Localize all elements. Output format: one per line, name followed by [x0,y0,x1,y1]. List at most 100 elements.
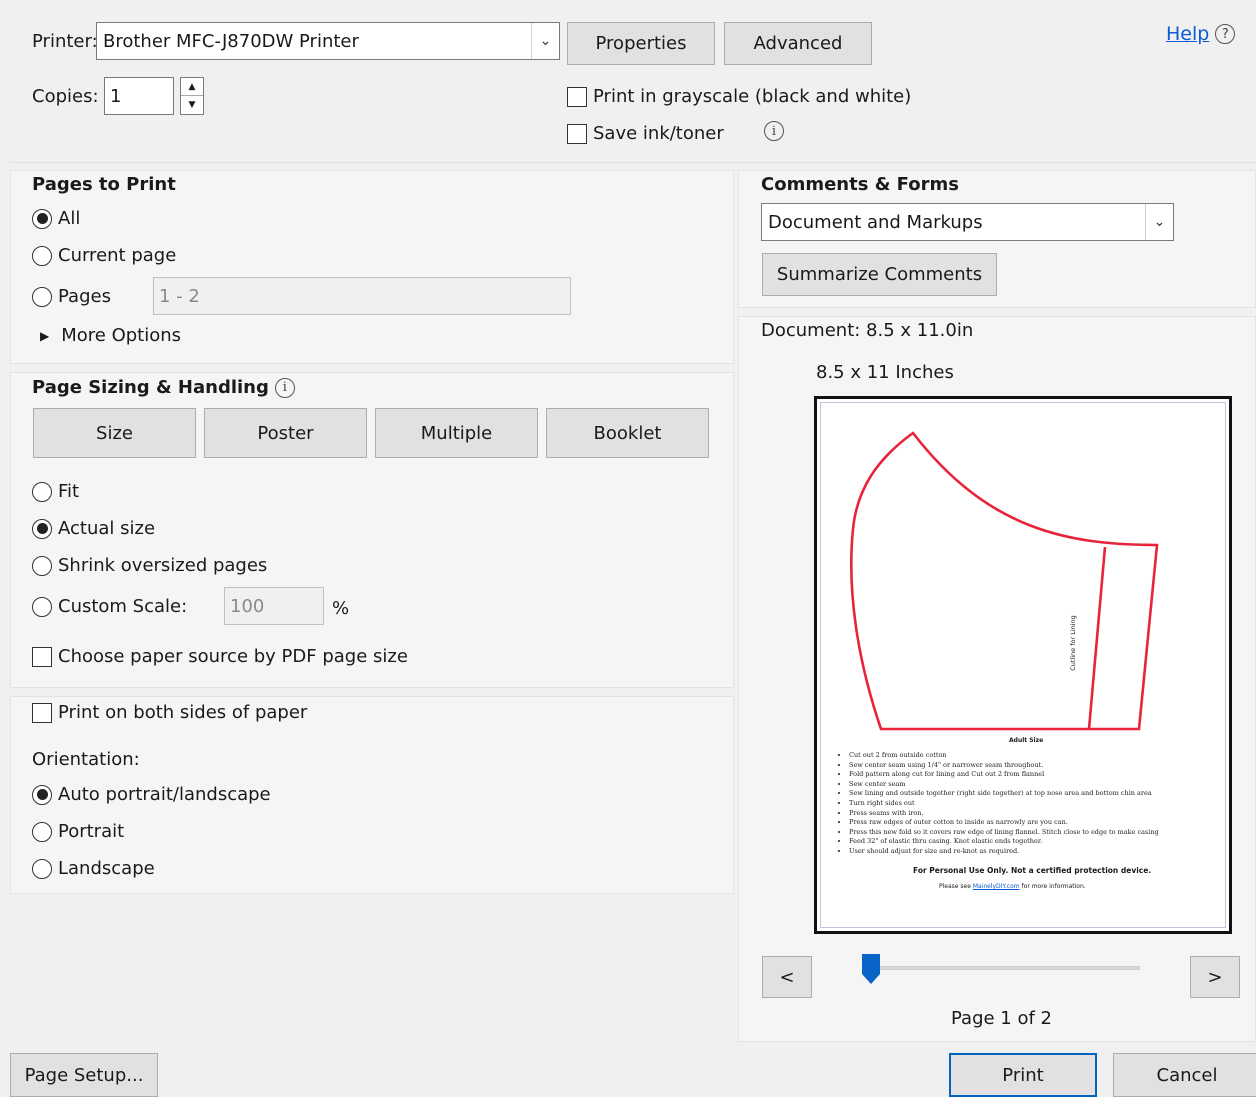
more-info-note: Please see MainelyDIY.com for more infor… [939,883,1086,890]
radio-custom-scale[interactable]: Custom Scale: [32,596,187,617]
comments-forms-value: Document and Markups [768,211,983,233]
printer-select-value: Brother MFC-J870DW Printer [103,30,359,52]
checkbox-box[interactable] [32,702,52,723]
summarize-comments-button[interactable]: Summarize Comments [762,253,997,296]
stepper-up-icon[interactable]: ▲ [181,78,203,96]
radio-current-label: Current page [58,245,177,266]
radio-fit[interactable]: Fit [32,481,79,502]
radio-dot[interactable] [32,481,52,502]
duplex-checkbox[interactable]: Print on both sides of paper [32,702,307,723]
top-divider [10,162,1256,163]
page-slider-track[interactable] [870,966,1140,970]
copies-label: Copies: [32,86,99,107]
radio-portrait-label: Portrait [58,821,125,842]
radio-dot[interactable] [32,784,52,805]
paper-size-label: 8.5 x 11 Inches [816,362,954,383]
radio-dot[interactable] [32,858,52,879]
radio-custom-label: Custom Scale: [58,596,188,617]
chevron-down-icon: ⌄ [531,23,559,59]
document-size-label: Document: 8.5 x 11.0in [761,320,974,341]
list-item: Feed 32" of elastic thru casing. Knot el… [849,837,1171,847]
pages-to-print-title: Pages to Print [32,174,176,195]
tab-poster[interactable]: Poster [204,408,367,458]
radio-pages-label: Pages [58,286,111,307]
list-item: Sew center seam using 1/4" or narrower s… [849,761,1171,771]
printer-select[interactable]: Brother MFC-J870DW Printer ⌄ [96,22,560,60]
slider-thumb-shape[interactable] [862,954,880,984]
page-indicator: Page 1 of 2 [951,1008,1052,1029]
copies-stepper[interactable]: ▲ ▼ [180,77,204,115]
radio-dot[interactable] [32,821,52,842]
radio-shrink-label: Shrink oversized pages [58,555,268,576]
size-label: Adult Size [1009,737,1044,744]
paper-source-label: Choose paper source by PDF page size [58,646,408,667]
tab-size[interactable]: Size [33,408,196,458]
radio-dot[interactable] [32,208,52,229]
page-slider-thumb[interactable] [862,954,880,984]
info-icon[interactable]: i [274,377,295,398]
checkbox-box[interactable] [567,86,587,107]
radio-dot[interactable] [32,518,52,539]
comments-forms-select[interactable]: Document and Markups ⌄ [761,203,1174,241]
list-item: Sew lining and outside together (right s… [849,789,1171,799]
save-ink-label: Save ink/toner [593,123,724,144]
custom-scale-input[interactable]: 100 [224,587,324,625]
radio-shrink[interactable]: Shrink oversized pages [32,555,267,576]
radio-current-page[interactable]: Current page [32,245,176,266]
next-page-button[interactable]: > [1190,956,1240,998]
pages-range-input[interactable]: 1 - 2 [153,277,571,315]
radio-dot[interactable] [32,245,52,266]
stepper-down-icon[interactable]: ▼ [181,96,203,114]
triangle-right-icon: ▶ [40,328,50,343]
prev-page-button[interactable]: < [762,956,812,998]
info-icon[interactable]: i [764,121,784,141]
more-info-prefix: Please see [939,883,971,890]
list-item: Turn right sides out [849,799,1171,809]
grayscale-checkbox[interactable]: Print in grayscale (black and white) [567,86,911,107]
tab-booklet[interactable]: Booklet [546,408,709,458]
tab-multiple[interactable]: Multiple [375,408,538,458]
list-item: Cut out 2 from outside cotton [849,751,1171,761]
list-item: User should adjust for size and re-knot … [849,847,1171,857]
checkbox-box[interactable] [32,646,52,667]
paper-source-checkbox[interactable]: Choose paper source by PDF page size [32,646,408,667]
percent-label: % [332,598,350,619]
help-link[interactable]: Help [1166,23,1209,45]
radio-all[interactable]: All [32,208,80,229]
print-button[interactable]: Print [949,1053,1097,1097]
list-item: Press this new fold so it covers raw edg… [849,828,1171,838]
save-ink-checkbox[interactable]: Save ink/toner [567,123,724,144]
advanced-button[interactable]: Advanced [724,22,872,65]
more-options-label: More Options [61,325,182,346]
list-item: Press raw edges of outer cotton to insid… [849,818,1171,828]
personal-use-note: For Personal Use Only. Not a certified p… [913,866,1152,875]
mask-pattern-outline [850,431,1159,731]
radio-auto-label: Auto portrait/landscape [58,784,271,805]
copies-input[interactable]: 1 [104,77,174,115]
page-preview: Cutline for Lining Adult Size Cut out 2 … [814,396,1232,934]
help-icon[interactable]: ? [1215,24,1236,44]
orientation-title: Orientation: [32,749,140,770]
comments-forms-title: Comments & Forms [761,174,959,195]
radio-landscape[interactable]: Landscape [32,858,155,879]
cancel-button[interactable]: Cancel [1113,1053,1256,1097]
chevron-down-icon: ⌄ [1145,204,1173,240]
radio-dot[interactable] [32,286,52,307]
checkbox-box[interactable] [567,123,587,144]
more-info-suffix: for more information. [1021,883,1086,890]
page-sizing-title: Page Sizing & Handling i [32,377,295,398]
radio-dot[interactable] [32,596,52,617]
radio-portrait[interactable]: Portrait [32,821,124,842]
radio-dot[interactable] [32,555,52,576]
cutline-label: Cutline for Lining [1068,615,1077,671]
radio-actual-size[interactable]: Actual size [32,518,155,539]
page-setup-button[interactable]: Page Setup... [10,1053,158,1097]
grayscale-label: Print in grayscale (black and white) [593,86,912,107]
radio-auto-orientation[interactable]: Auto portrait/landscape [32,784,271,805]
radio-pages[interactable]: Pages [32,286,111,307]
more-info-link: MainelyDIY.com [972,883,1020,890]
list-item: Sew center seam [849,780,1171,790]
properties-button[interactable]: Properties [567,22,715,65]
more-options-toggle[interactable]: ▶ More Options [40,325,181,346]
page-sizing-title-text: Page Sizing & Handling [32,377,269,398]
